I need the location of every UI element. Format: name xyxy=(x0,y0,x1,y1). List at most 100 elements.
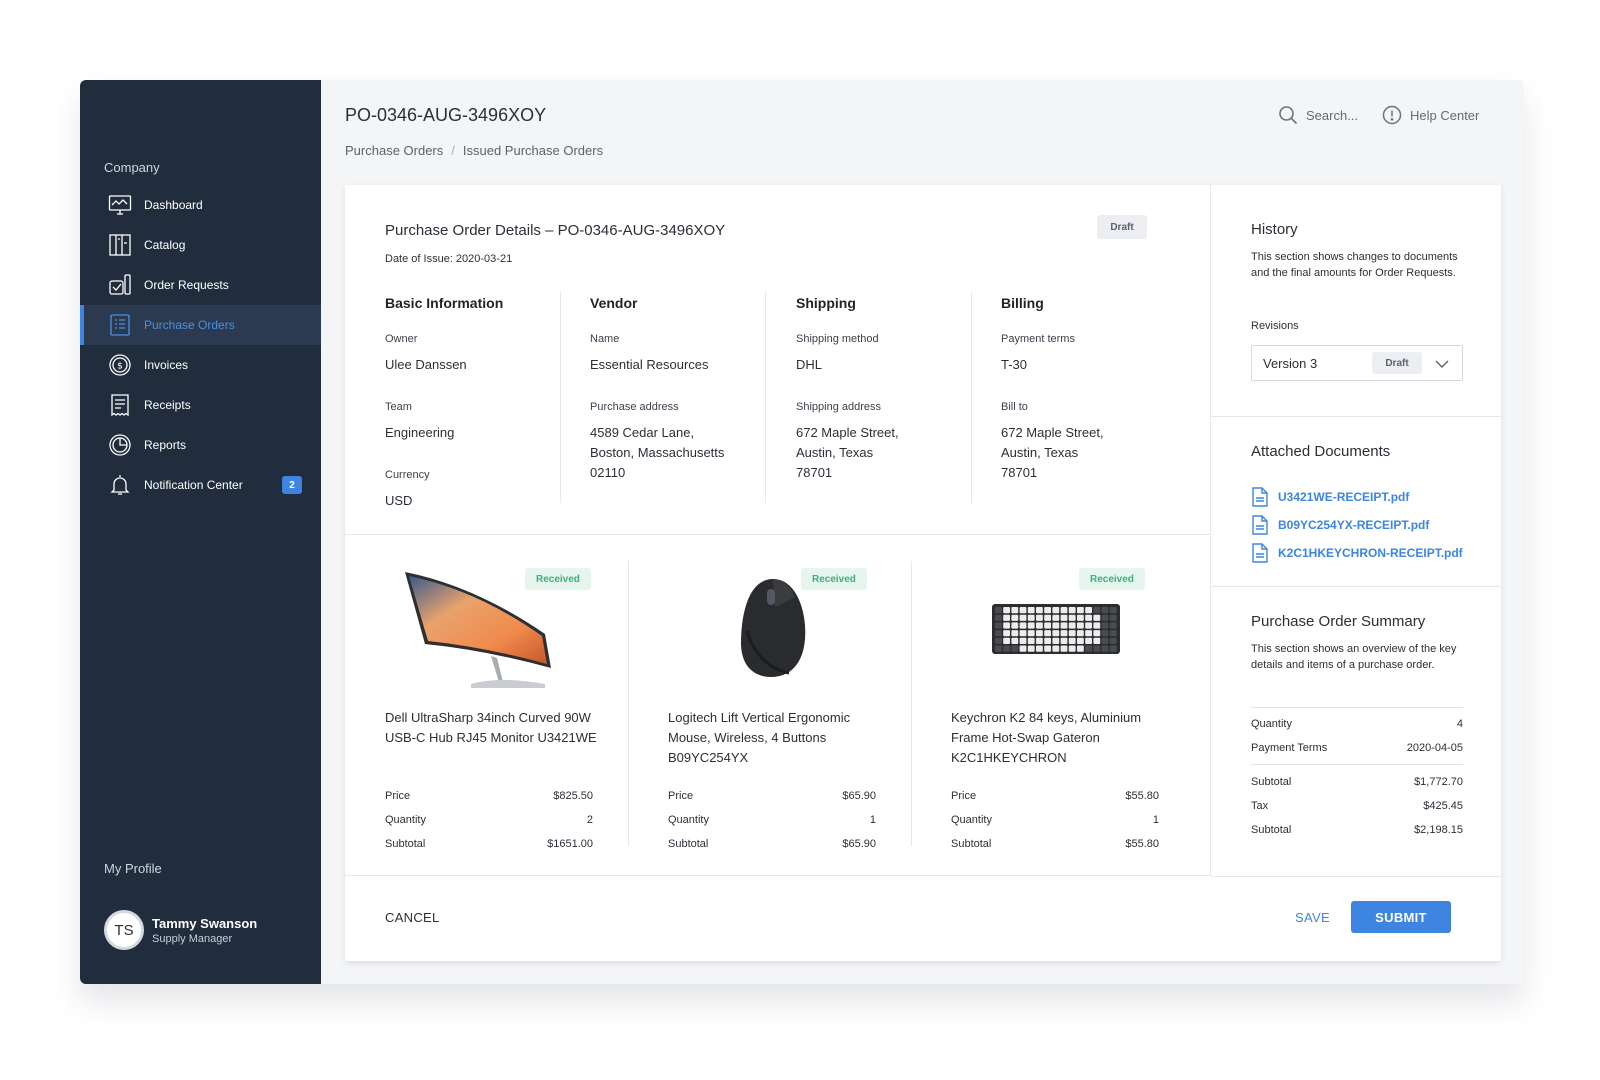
summary-value: 4 xyxy=(1456,718,1463,730)
quantity-label: Quantity xyxy=(951,814,992,826)
product-card[interactable]: Received Keychron K2 84 keys, Aluminium … xyxy=(911,536,1194,876)
divider xyxy=(1251,764,1463,765)
attached-document-link[interactable]: U3421WE-RECEIPT.pdf xyxy=(1251,487,1409,507)
document-icon xyxy=(1252,543,1268,563)
price-row: Price $825.50 xyxy=(385,784,593,808)
catalog-icon xyxy=(108,233,132,257)
sidebar-item-label: Order Requests xyxy=(144,278,229,292)
search-icon xyxy=(1279,106,1298,125)
history-description: This section shows changes to documents … xyxy=(1251,251,1458,279)
team-value: Engineering xyxy=(385,425,455,440)
quantity-label: Quantity xyxy=(385,814,426,826)
subtotal-row: Subtotal $65.90 xyxy=(668,832,876,856)
product-pricing: Price $825.50 Quantity 2 Subtotal $1651.00 xyxy=(385,784,593,856)
summary-row: Payment Terms 2020-04-05 xyxy=(1251,736,1463,760)
section-title: Billing xyxy=(1001,295,1044,311)
sidebar-item-purchase-orders[interactable]: Purchase Orders xyxy=(80,305,321,345)
product-name: Keychron K2 84 keys, Aluminium Frame Hot… xyxy=(951,710,1142,765)
document-name: K2C1HKEYCHRON-RECEIPT.pdf xyxy=(1278,546,1463,560)
bill-to-label: Bill to xyxy=(1001,401,1028,413)
sidebar-item-invoices[interactable]: $ Invoices xyxy=(80,345,321,385)
column-divider xyxy=(765,291,766,503)
purchase-address-label: Purchase address xyxy=(590,401,679,413)
summary-row: Quantity 4 xyxy=(1251,712,1463,736)
avatar-initials: TS xyxy=(114,921,134,939)
summary-label: Tax xyxy=(1251,800,1269,812)
summary-label: Quantity xyxy=(1251,718,1292,730)
svg-text:$: $ xyxy=(117,362,123,372)
sidebar-item-order-requests[interactable]: Order Requests xyxy=(80,265,321,305)
sidebar: Company Dashboard Catalog Order Requests xyxy=(80,80,321,984)
avatar: TS xyxy=(104,910,144,950)
vendor-name-label: Name xyxy=(590,333,620,345)
team-label: Team xyxy=(385,401,412,413)
product-name: Dell UltraSharp 34inch Curved 90W USB-C … xyxy=(385,710,597,745)
help-center-label: Help Center xyxy=(1410,107,1480,123)
cancel-button[interactable]: CANCEL xyxy=(385,910,440,925)
search-placeholder: Search... xyxy=(1306,107,1359,123)
subtotal-label: Subtotal xyxy=(951,838,992,850)
invoices-icon: $ xyxy=(108,353,132,377)
sidebar-item-notification-center[interactable]: Notification Center 2 xyxy=(80,465,321,505)
sidebar-item-catalog[interactable]: Catalog xyxy=(80,225,321,265)
sidebar-item-reports[interactable]: Reports xyxy=(80,425,321,465)
summary-row: Subtotal $2,198.15 xyxy=(1251,818,1463,842)
bell-icon xyxy=(108,473,132,497)
section-title: Basic Information xyxy=(385,295,504,311)
summary-row: Subtotal $1,772.70 xyxy=(1251,770,1463,794)
summary-description: This section shows an overview of the ke… xyxy=(1251,643,1457,671)
breadcrumb-item-issued-purchase-orders[interactable]: Issued Purchase Orders xyxy=(463,143,603,158)
reports-icon xyxy=(108,433,132,457)
sidebar-item-label: Notification Center xyxy=(144,478,243,492)
purchase-orders-icon xyxy=(108,313,132,337)
quantity-row: Quantity 2 xyxy=(385,808,593,832)
product-card[interactable]: Received Dell UltraSharp 34inch Curved 9… xyxy=(345,536,628,876)
product-name: Logitech Lift Vertical Ergonomic Mouse, … xyxy=(668,710,851,765)
attached-document-link[interactable]: B09YC254YX-RECEIPT.pdf xyxy=(1251,515,1429,535)
purchase-order-details: Purchase Order Details – PO-0346-AUG-349… xyxy=(345,185,1211,535)
quantity-value: 1 xyxy=(869,814,876,826)
submit-button[interactable]: SUBMIT xyxy=(1351,901,1451,933)
owner-label: Owner xyxy=(385,333,418,345)
breadcrumb-item-purchase-orders[interactable]: Purchase Orders xyxy=(345,143,443,158)
status-badge: Draft xyxy=(1097,215,1147,239)
attached-document-link[interactable]: K2C1HKEYCHRON-RECEIPT.pdf xyxy=(1251,543,1463,563)
profile[interactable]: TS Tammy Swanson Supply Manager xyxy=(104,910,257,950)
shipping-method-value: DHL xyxy=(796,357,823,372)
price-label: Price xyxy=(385,790,411,802)
price-row: Price $55.80 xyxy=(951,784,1159,808)
summary-value: $1,772.70 xyxy=(1414,776,1463,788)
search-input[interactable]: Search... xyxy=(1278,105,1358,125)
summary-value: $425.45 xyxy=(1423,800,1463,812)
sidebar-item-label: Reports xyxy=(144,438,187,452)
receipts-icon xyxy=(108,393,132,417)
dashboard-icon xyxy=(108,193,132,217)
sidebar-nav: Dashboard Catalog Order Requests Purchas… xyxy=(80,185,321,505)
subtotal-label: Subtotal xyxy=(668,838,709,850)
document-icon xyxy=(1252,515,1268,535)
sidebar-item-label: Dashboard xyxy=(144,198,203,212)
section-title: Shipping xyxy=(796,295,856,311)
quantity-row: Quantity 1 xyxy=(668,808,876,832)
payment-terms-value: T-30 xyxy=(1001,357,1028,372)
page-title: PO-0346-AUG-3496XOY xyxy=(345,105,547,125)
product-card[interactable]: Received Logitech Lift Vertical Ergonomi… xyxy=(628,536,911,876)
shipping-address-value: 672 Maple Street, Austin, Texas 78701 xyxy=(796,425,899,480)
price-value: $825.50 xyxy=(553,790,593,802)
quantity-value: 2 xyxy=(586,814,593,826)
purchase-address-value: 4589 Cedar Lane, Boston, Massachusetts 0… xyxy=(590,425,725,480)
save-button[interactable]: SAVE xyxy=(1295,910,1330,925)
price-label: Price xyxy=(668,790,694,802)
sidebar-item-receipts[interactable]: Receipts xyxy=(80,385,321,425)
sidebar-item-dashboard[interactable]: Dashboard xyxy=(80,185,321,225)
subtotal-label: Subtotal xyxy=(385,838,426,850)
currency-label: Currency xyxy=(385,469,430,481)
chevron-down-icon xyxy=(1435,360,1449,368)
app-window: Company Dashboard Catalog Order Requests xyxy=(80,80,1524,984)
shipping-section: Shipping Shipping method DHL Shipping ad… xyxy=(796,295,986,509)
summary-title: Purchase Order Summary xyxy=(1251,613,1426,630)
keyboard-image xyxy=(951,564,1161,692)
profile-name: Tammy Swanson xyxy=(152,915,258,931)
revision-select[interactable]: Version 3 Draft xyxy=(1251,345,1463,381)
help-center-link[interactable]: Help Center xyxy=(1382,105,1479,125)
